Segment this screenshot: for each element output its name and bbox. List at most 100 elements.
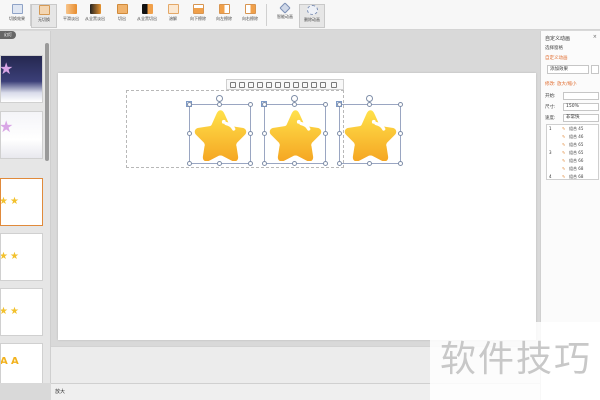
- resize-handle[interactable]: [248, 161, 253, 166]
- select-pane-link[interactable]: 选择窗格: [545, 45, 563, 51]
- resize-handle[interactable]: [367, 161, 372, 166]
- star-icon: [194, 110, 247, 161]
- delete-animation-button[interactable]: 删除动画: [299, 4, 325, 28]
- cut-from-black-button[interactable]: 从全黑切出: [134, 4, 160, 28]
- wipe-down-button[interactable]: 向下擦除: [185, 4, 211, 28]
- zoom-effect-icon: ✎: [562, 134, 566, 139]
- resize-handle[interactable]: [323, 102, 328, 107]
- pane-title: 自定义动画: [545, 36, 571, 42]
- thumbnail-scrollbar[interactable]: [45, 43, 49, 161]
- star-shape-1[interactable]: [189, 104, 251, 164]
- resize-handle[interactable]: [323, 161, 328, 166]
- resize-handle[interactable]: [262, 131, 267, 136]
- list-item[interactable]: 1 ✎ 组合 45: [547, 125, 598, 133]
- align-middle-icon[interactable]: [266, 82, 272, 88]
- zoom-effect-icon: ✎: [562, 142, 566, 147]
- resize-handle[interactable]: [248, 131, 253, 136]
- slide-thumbnail-panel: 幻灯 ★ ★ ★ ★ ★ ★ ★ ★ A A: [0, 31, 51, 383]
- list-item[interactable]: ✎ 组合 66: [547, 157, 598, 165]
- resize-handle[interactable]: [217, 161, 222, 166]
- resize-handle[interactable]: [187, 102, 192, 107]
- fade-from-black-button[interactable]: 从全黑淡出: [82, 4, 108, 28]
- switch-effect-button[interactable]: 切换效果: [4, 4, 30, 28]
- resize-handle[interactable]: [187, 161, 192, 166]
- add-effect-button[interactable]: 添加效果: [547, 65, 589, 74]
- resize-handle[interactable]: [262, 102, 267, 107]
- resize-handle[interactable]: [398, 131, 403, 136]
- align-right-icon[interactable]: [248, 82, 254, 88]
- resize-handle[interactable]: [262, 161, 267, 166]
- slide-thumbnail-4[interactable]: ★ ★: [0, 233, 43, 281]
- delete-animation-icon: [306, 5, 318, 15]
- list-item[interactable]: 4 ✎ 组合 68: [547, 173, 598, 181]
- align-bottom-icon[interactable]: [275, 82, 281, 88]
- size-select[interactable]: 150%: [563, 103, 599, 111]
- distribute-horizontal-icon[interactable]: [284, 82, 290, 88]
- remove-effect-button[interactable]: [591, 65, 599, 74]
- align-left-icon[interactable]: [230, 82, 236, 88]
- group-icon[interactable]: [302, 82, 308, 88]
- resize-handle[interactable]: [337, 131, 342, 136]
- no-transition-button[interactable]: 无切换: [31, 4, 57, 28]
- list-item[interactable]: ✎ 组合 68: [547, 165, 598, 173]
- star-icon: ★: [10, 196, 19, 207]
- list-item[interactable]: 3 ✎ 组合 65: [547, 149, 598, 157]
- letter-icon: A: [0, 356, 8, 367]
- slide-thumbnail-1[interactable]: ★: [0, 55, 43, 103]
- align-center-icon[interactable]: [239, 82, 245, 88]
- star-icon: ★: [10, 306, 19, 317]
- smooth-fade-button[interactable]: 平滑淡出: [58, 4, 84, 28]
- bring-forward-icon[interactable]: [320, 82, 326, 88]
- rotation-handle[interactable]: [366, 95, 373, 102]
- watermark-text: 软件技巧: [440, 339, 593, 380]
- panel-tab[interactable]: 幻灯: [0, 31, 16, 39]
- resize-handle[interactable]: [367, 102, 372, 107]
- list-item[interactable]: ✎ 组合 46: [547, 133, 598, 141]
- star-icon: ★: [1, 197, 8, 207]
- modify-label: 修改: 放大/缩小: [545, 82, 577, 87]
- resize-handle[interactable]: [187, 131, 192, 136]
- fade-from-black-icon: [89, 4, 101, 14]
- start-select[interactable]: [563, 92, 599, 100]
- resize-handle[interactable]: [292, 102, 297, 107]
- distribute-vertical-icon[interactable]: [293, 82, 299, 88]
- no-transition-icon: [38, 5, 50, 15]
- resize-handle[interactable]: [217, 102, 222, 107]
- speed-select[interactable]: 非常快: [563, 114, 599, 122]
- wipe-right-button[interactable]: 向右擦除: [237, 4, 263, 28]
- align-top-icon[interactable]: [257, 82, 263, 88]
- smart-animation-button[interactable]: 智能动画: [272, 2, 298, 28]
- wipe-left-button[interactable]: 向左擦除: [211, 4, 237, 28]
- list-item[interactable]: ✎ 组合 65: [547, 141, 598, 149]
- speed-label: 速度:: [545, 116, 556, 121]
- resize-handle[interactable]: [323, 131, 328, 136]
- slide-thumbnail-3[interactable]: ★ ★: [0, 178, 43, 226]
- resize-handle[interactable]: [398, 161, 403, 166]
- dissolve-button[interactable]: 溶解: [160, 4, 186, 28]
- slide-thumbnail-5[interactable]: ★ ★: [0, 288, 43, 336]
- alignment-mini-toolbar: [226, 79, 344, 90]
- star-icon: ★: [0, 59, 14, 78]
- ungroup-icon[interactable]: [311, 82, 317, 88]
- resize-handle[interactable]: [248, 102, 253, 107]
- more-options-icon[interactable]: [331, 82, 337, 88]
- slide-thumbnail-6[interactable]: A A: [0, 343, 43, 383]
- close-icon[interactable]: ×: [593, 34, 597, 40]
- cut-out-button[interactable]: 切出: [109, 4, 135, 28]
- star-shape-2[interactable]: [264, 104, 326, 164]
- rotation-handle[interactable]: [291, 95, 298, 102]
- cut-from-black-icon: [141, 4, 153, 14]
- smart-animation-icon: [279, 2, 291, 14]
- ribbon-toolbar: 切换效果 无切换 平滑淡出 从全黑淡出 切出 从全黑切出 溶解 向下擦除 向左擦…: [0, 0, 600, 30]
- resize-handle[interactable]: [337, 161, 342, 166]
- resize-handle[interactable]: [398, 102, 403, 107]
- star-shape-3[interactable]: [339, 104, 401, 164]
- resize-handle[interactable]: [292, 161, 297, 166]
- ribbon-separator: [266, 4, 267, 26]
- wipe-right-icon: [244, 4, 256, 14]
- slide-thumbnail-2[interactable]: ★: [0, 111, 43, 159]
- resize-handle[interactable]: [337, 102, 342, 107]
- status-text: 放大: [55, 389, 66, 395]
- animation-list: 1 ✎ 组合 45 ✎ 组合 46 ✎ 组合 65 3 ✎ 组合 65 ✎ 组合…: [546, 124, 599, 180]
- rotation-handle[interactable]: [216, 95, 223, 102]
